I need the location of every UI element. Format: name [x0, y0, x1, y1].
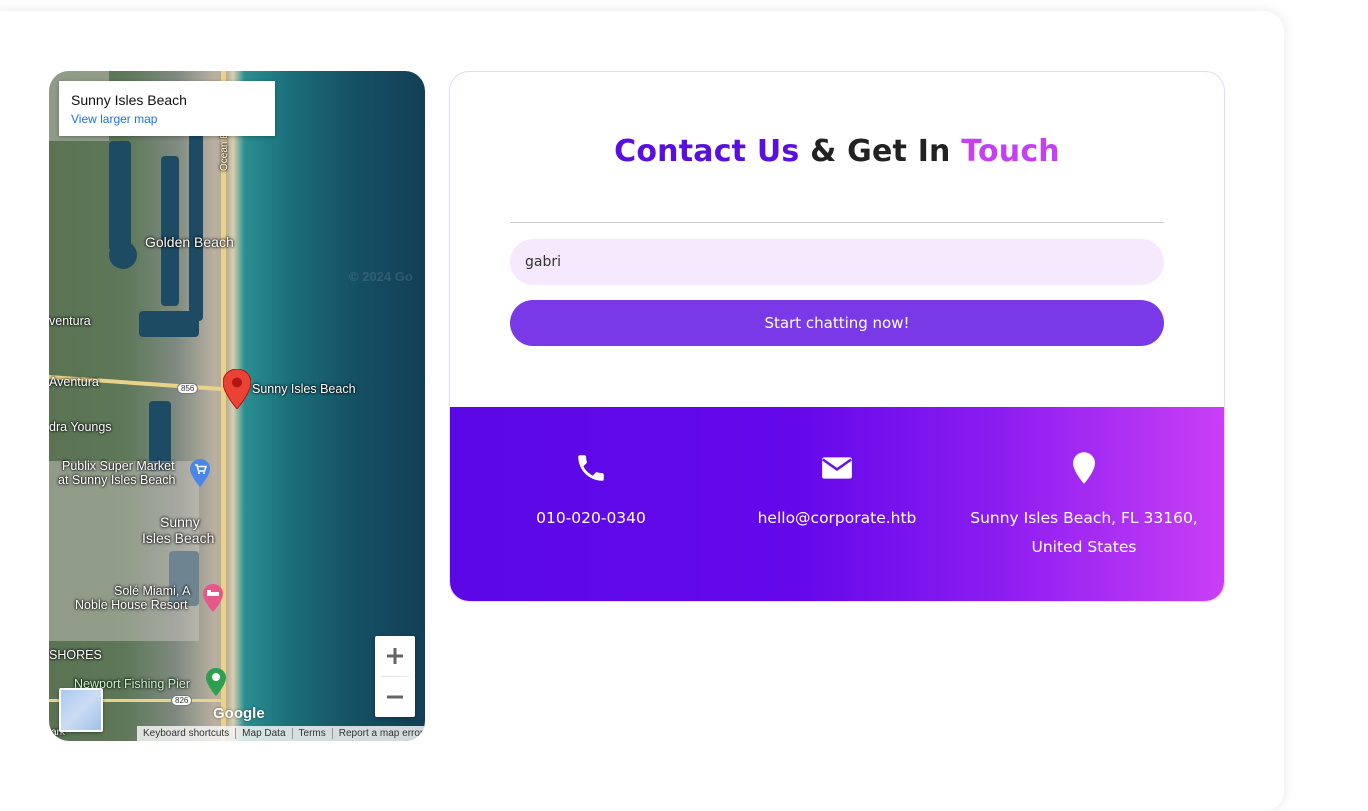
map-land — [49, 461, 199, 641]
map-label-ventura: ventura — [49, 314, 91, 328]
heading-contact-us: Contact Us — [614, 134, 800, 169]
report-map-error-link[interactable]: Report a map error — [333, 728, 425, 739]
map-attribution-bar: Keyboard shortcuts Map Data Terms Report… — [137, 726, 425, 741]
map-label-sunny-isles-marker: Sunny Isles Beach — [252, 382, 356, 396]
map-zoom-control — [375, 636, 415, 717]
route-826-shield: 826 — [171, 695, 193, 706]
terms-link[interactable]: Terms — [293, 728, 333, 739]
map-info-card: Sunny Isles Beach View larger map — [59, 81, 275, 136]
map-label-dra-youngs: dra Youngs — [49, 420, 112, 434]
envelope-icon — [822, 457, 852, 479]
google-map[interactable]: © 2024 Go Ocean Blvd Golden Beach ventur… — [49, 71, 425, 741]
contact-phone: 010-020-0340 — [462, 407, 720, 601]
location-marker-icon[interactable] — [223, 369, 251, 409]
map-place-title: Sunny Isles Beach — [71, 92, 187, 108]
contact-heading: Contact Us & Get In Touch — [450, 134, 1224, 169]
minus-icon — [387, 695, 403, 699]
map-data-link[interactable]: Map Data — [236, 728, 293, 739]
route-856-shield: 856 — [177, 383, 199, 394]
map-canal — [189, 131, 203, 321]
map-label-golden-beach: Golden Beach — [145, 234, 234, 250]
map-canal — [161, 156, 179, 306]
map-lake — [109, 241, 137, 269]
keyboard-shortcuts-link[interactable]: Keyboard shortcuts — [137, 728, 237, 739]
google-logo: Google — [213, 705, 265, 722]
plus-icon — [387, 648, 403, 664]
location-pin-icon — [1073, 452, 1095, 484]
park-poi-icon[interactable] — [206, 668, 226, 696]
zoom-out-button[interactable] — [375, 677, 415, 717]
phone-icon — [578, 455, 604, 481]
map-type-toggle[interactable] — [59, 688, 103, 732]
contact-info-band: 010-020-0340 hello@corporate.htb Sunny I… — [450, 407, 1224, 601]
shopping-cart-poi-icon[interactable] — [190, 459, 210, 487]
view-larger-map-link[interactable]: View larger map — [71, 112, 157, 126]
map-label-aventura: Aventura — [49, 375, 99, 389]
form-divider — [510, 222, 1164, 223]
map-canal — [109, 141, 131, 251]
email-address[interactable]: hello@corporate.htb — [718, 504, 956, 533]
chat-name-input[interactable] — [510, 239, 1164, 285]
contact-address: Sunny Isles Beach, FL 33160, United Stat… — [955, 407, 1213, 601]
phone-number[interactable]: 010-020-0340 — [472, 504, 710, 533]
heading-touch: Touch — [961, 134, 1060, 169]
heading-get-in: & Get In — [799, 134, 962, 169]
address-text: Sunny Isles Beach, FL 33160, United Stat… — [970, 509, 1198, 556]
map-canal — [139, 311, 199, 337]
zoom-in-button[interactable] — [375, 636, 415, 676]
map-label-isles-beach: Isles Beach — [142, 530, 215, 546]
map-label-sole: Solé Miami, A — [114, 584, 191, 598]
map-label-noble-house: Noble House Resort — [75, 598, 188, 612]
hotel-poi-icon[interactable] — [203, 584, 223, 612]
map-label-publix-2: at Sunny Isles Beach — [58, 473, 176, 487]
contact-panel: Contact Us & Get In Touch Start chatting… — [449, 71, 1225, 602]
start-chatting-button[interactable]: Start chatting now! — [510, 300, 1164, 346]
contact-email: hello@corporate.htb — [708, 407, 966, 601]
map-label-publix: Publix Super Market — [62, 459, 175, 473]
map-label-shores: SHORES — [49, 648, 102, 662]
map-label-sunny: Sunny — [160, 514, 200, 530]
map-watermark: © 2024 Go — [349, 269, 413, 284]
